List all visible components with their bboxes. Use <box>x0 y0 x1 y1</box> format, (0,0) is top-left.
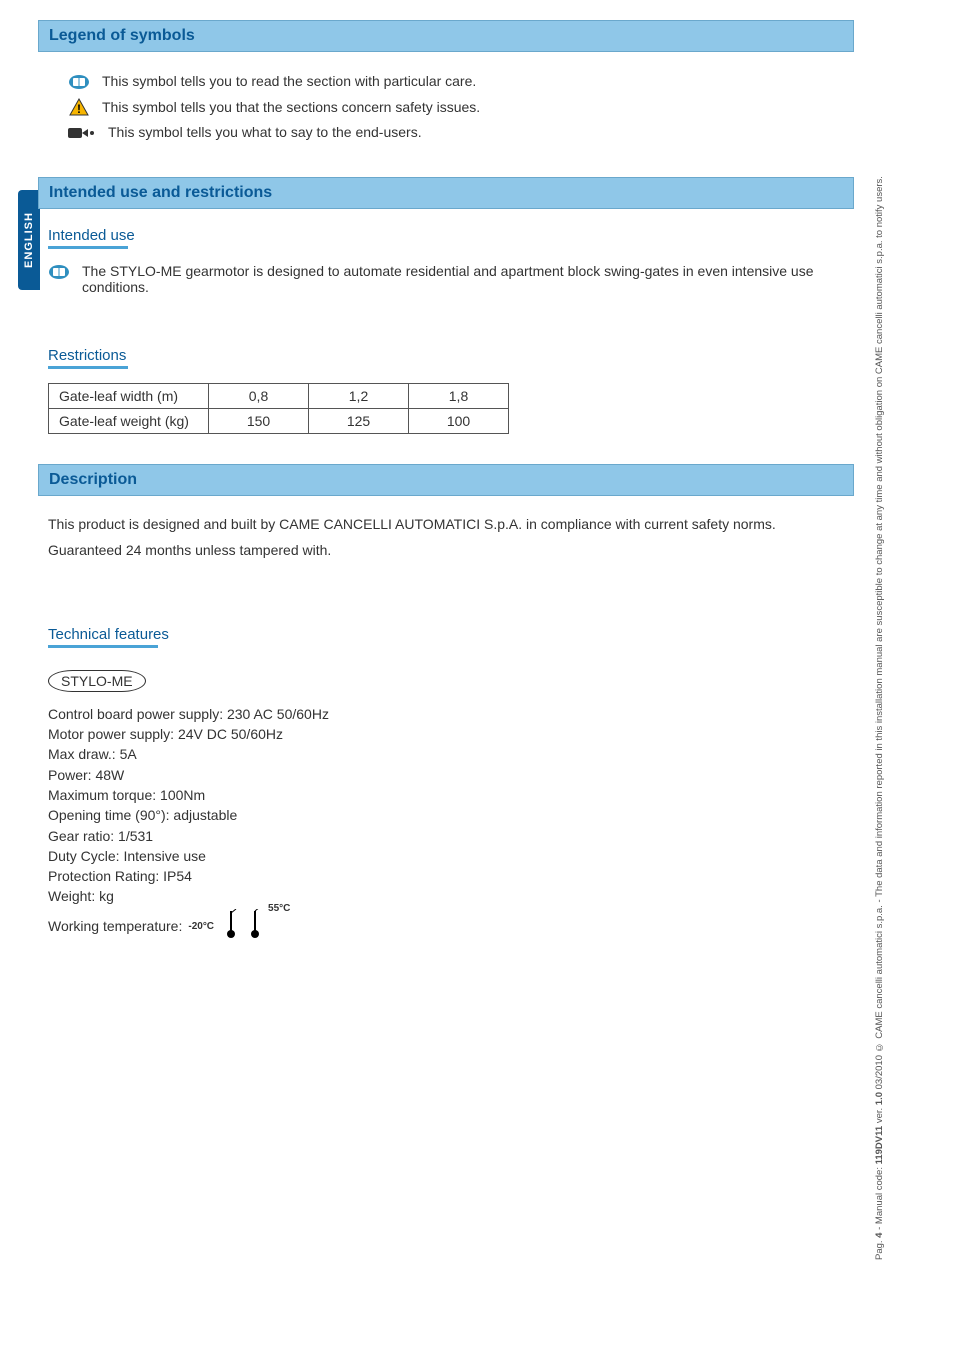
sub-underline <box>48 246 128 249</box>
section-intended-header: Intended use and restrictions <box>38 177 854 209</box>
legend-row: This symbol tells you to read the sectio… <box>68 72 844 92</box>
intended-use-text: The STYLO-ME gearmotor is designed to au… <box>82 263 844 295</box>
section-legend-header: Legend of symbols <box>38 20 854 52</box>
read-icon <box>68 73 90 91</box>
model-badge: STYLO-ME <box>48 670 146 692</box>
footer-pag-label: Pag. <box>874 1240 885 1260</box>
legend-text: This symbol tells you to read the sectio… <box>102 72 476 92</box>
tech-item: Max draw.: 5A <box>48 744 844 764</box>
read-icon <box>48 263 70 281</box>
tech-item: Maximum torque: 100Nm <box>48 785 844 805</box>
tech-item: Weight: kg <box>48 886 844 906</box>
subheading-technical: Technical features <box>48 626 854 643</box>
table-row: Gate-leaf width (m) 0,8 1,2 1,8 <box>49 383 509 408</box>
restrictions-table: Gate-leaf width (m) 0,8 1,2 1,8 Gate-lea… <box>48 383 509 434</box>
table-row: Gate-leaf weight (kg) 150 125 100 <box>49 408 509 433</box>
technical-features-list: Control board power supply: 230 AC 50/60… <box>48 704 844 937</box>
user-icon <box>68 124 96 142</box>
footer-ver: 1.0 <box>874 1092 885 1105</box>
tech-item: Duty Cycle: Intensive use <box>48 846 844 866</box>
footer-sep1: - Manual code: <box>874 1164 885 1229</box>
footer-rest: 03/2010 © CAME cancelli automatici s.p.a… <box>874 176 885 1089</box>
cell: 0,8 <box>209 383 309 408</box>
cell: 100 <box>409 408 509 433</box>
description-text-2: Guaranteed 24 months unless tampered wit… <box>48 542 844 558</box>
footer-ver-label: ver. <box>874 1105 885 1123</box>
footer-side-text: Pag. 4 - Manual code: 119DV11 ver. 1.0 0… <box>874 160 894 1260</box>
subheading-restrictions: Restrictions <box>48 347 854 364</box>
tech-item: Control board power supply: 230 AC 50/60… <box>48 704 844 724</box>
description-text-1: This product is designed and built by CA… <box>48 516 844 532</box>
cell: 150 <box>209 408 309 433</box>
legend-body: This symbol tells you to read the sectio… <box>38 52 854 159</box>
footer-code: 119DV11 <box>874 1126 885 1165</box>
cell-label: Gate-leaf weight (kg) <box>49 408 209 433</box>
page-content: Legend of symbols This symbol tells you … <box>38 20 854 1290</box>
section-description-header: Description <box>38 464 854 496</box>
tech-item-temperature: Working temperature: -20°C 55°C <box>48 907 844 937</box>
working-temp-label: Working temperature: <box>48 916 182 936</box>
legend-text: This symbol tells you that the sections … <box>102 98 480 118</box>
tech-item: Opening time (90°): adjustable <box>48 805 844 825</box>
cell-label: Gate-leaf width (m) <box>49 383 209 408</box>
language-label: ENGLISH <box>23 212 35 268</box>
sub-underline <box>48 366 128 369</box>
cell: 125 <box>309 408 409 433</box>
cell: 1,8 <box>409 383 509 408</box>
legend-row: ! This symbol tells you that the section… <box>68 98 844 118</box>
tech-item: Protection Rating: IP54 <box>48 866 844 886</box>
thermometer-icons <box>224 909 262 939</box>
tech-item: Power: 48W <box>48 765 844 785</box>
legend-text: This symbol tells you what to say to the… <box>108 123 422 143</box>
tech-item: Gear ratio: 1/531 <box>48 826 844 846</box>
sub-underline <box>48 645 158 648</box>
cell: 1,2 <box>309 383 409 408</box>
footer-pag-num: 4 <box>874 1233 885 1238</box>
thermometer-high-icon <box>248 909 262 939</box>
tech-item: Motor power supply: 24V DC 50/60Hz <box>48 724 844 744</box>
subheading-intended-use: Intended use <box>48 227 854 244</box>
svg-text:!: ! <box>77 102 81 116</box>
thermometer-low-icon <box>224 909 238 939</box>
language-tab: ENGLISH <box>18 190 40 290</box>
temp-high: 55°C <box>268 902 290 917</box>
intended-use-row: The STYLO-ME gearmotor is designed to au… <box>48 263 844 295</box>
legend-row: This symbol tells you what to say to the… <box>68 123 844 143</box>
temp-low: -20°C <box>188 920 214 935</box>
warning-icon: ! <box>68 98 90 116</box>
